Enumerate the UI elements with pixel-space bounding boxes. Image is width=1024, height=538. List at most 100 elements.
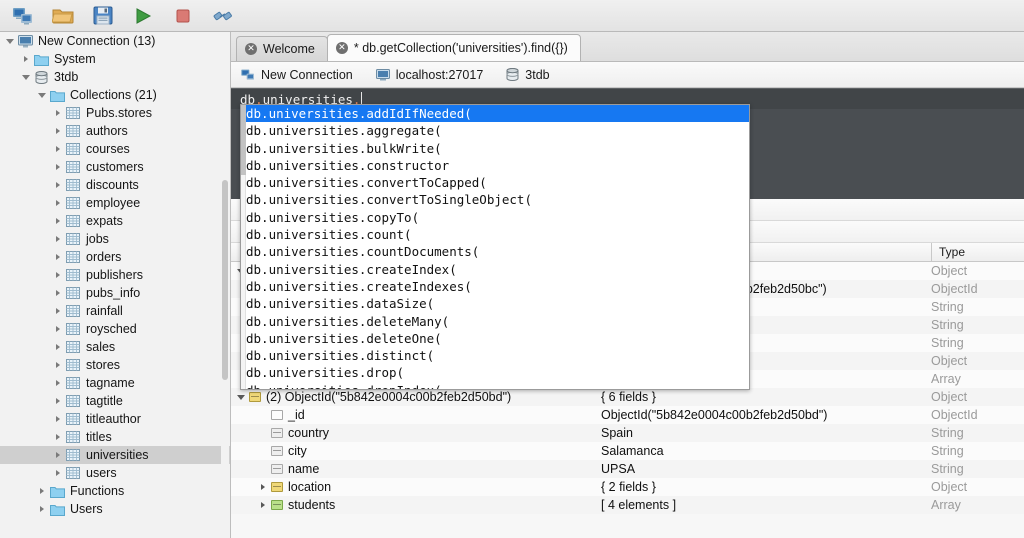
autocomplete-item[interactable]: db.universities.distinct(	[241, 347, 749, 364]
autocomplete-item[interactable]: db.universities.convertToSingleObject(	[241, 191, 749, 208]
chevron-right-icon[interactable]	[52, 302, 64, 320]
autocomplete-item[interactable]: db.universities.dropIndex(	[241, 382, 749, 390]
execute-button[interactable]	[130, 4, 156, 28]
sidebar-item-orders[interactable]: orders	[0, 248, 230, 266]
connect-button[interactable]	[10, 4, 36, 28]
table-row[interactable]: _idObjectId("5b842e0004c00b2feb2d50bd")O…	[231, 406, 1024, 424]
chevron-right-icon[interactable]	[52, 266, 64, 284]
chevron-right-icon[interactable]	[52, 374, 64, 392]
autocomplete-item[interactable]: db.universities.addIdIfNeeded(	[241, 105, 749, 122]
chevron-right-icon[interactable]	[52, 158, 64, 176]
conn-context-connection[interactable]: New Connection	[241, 68, 353, 82]
chevron-right-icon[interactable]	[52, 464, 64, 482]
sidebar-item-titles[interactable]: titles	[0, 428, 230, 446]
chevron-right-icon[interactable]	[36, 482, 48, 500]
autocomplete-popup[interactable]: db.universities.addIdIfNeeded(db.univers…	[240, 104, 750, 390]
chevron-down-icon[interactable]	[20, 68, 32, 86]
tab-query[interactable]: ✕* db.getCollection('universities').find…	[327, 34, 581, 61]
chevron-down-icon[interactable]	[36, 86, 48, 104]
sidebar-item-users[interactable]: users	[0, 464, 230, 482]
cell-value[interactable]: Spain	[601, 426, 931, 440]
table-row[interactable]: countrySpainString	[231, 424, 1024, 442]
conn-context-database[interactable]: 3tdb	[506, 68, 549, 82]
autocomplete-item[interactable]: db.universities.aggregate(	[241, 122, 749, 139]
chevron-right-icon[interactable]	[52, 140, 64, 158]
chevron-right-icon[interactable]	[52, 284, 64, 302]
autocomplete-item[interactable]: db.universities.bulkWrite(	[241, 140, 749, 157]
explain-button[interactable]	[210, 4, 236, 28]
table-row[interactable]: location{ 2 fields }Object	[231, 478, 1024, 496]
chevron-right-icon[interactable]	[52, 230, 64, 248]
sidebar-scrollbar-thumb[interactable]	[222, 180, 228, 380]
sidebar-item-system[interactable]: System	[0, 50, 230, 68]
save-button[interactable]	[90, 4, 116, 28]
tab-welcome[interactable]: ✕Welcome	[236, 36, 328, 61]
no-chevron-icon[interactable]	[257, 424, 269, 442]
chevron-right-icon[interactable]	[20, 50, 32, 68]
cell-key[interactable]: (2) ObjectId("5b842e0004c00b2feb2d50bd")	[231, 388, 601, 406]
sidebar-item-3tdb[interactable]: 3tdb	[0, 68, 230, 86]
autocomplete-scrollbar-thumb[interactable]	[241, 105, 246, 175]
close-icon[interactable]: ✕	[245, 43, 257, 55]
sidebar-item-rainfall[interactable]: rainfall	[0, 302, 230, 320]
no-chevron-icon[interactable]	[257, 442, 269, 460]
chevron-right-icon[interactable]	[52, 410, 64, 428]
table-row[interactable]: (2) ObjectId("5b842e0004c00b2feb2d50bd")…	[231, 388, 1024, 406]
cell-key[interactable]: city	[231, 442, 601, 460]
table-row[interactable]: citySalamancaString	[231, 442, 1024, 460]
table-row[interactable]: students[ 4 elements ]Array	[231, 496, 1024, 514]
sidebar-item-courses[interactable]: courses	[0, 140, 230, 158]
sidebar-item-discounts[interactable]: discounts	[0, 176, 230, 194]
sidebar-item-pubs-stores[interactable]: Pubs.stores	[0, 104, 230, 122]
autocomplete-item[interactable]: db.universities.constructor	[241, 157, 749, 174]
autocomplete-item[interactable]: db.universities.convertToCapped(	[241, 174, 749, 191]
autocomplete-scrollbar[interactable]	[241, 105, 246, 389]
autocomplete-item[interactable]: db.universities.drop(	[241, 364, 749, 381]
cell-key[interactable]: students	[231, 496, 601, 514]
autocomplete-item[interactable]: db.universities.createIndexes(	[241, 278, 749, 295]
sidebar-scrollbar[interactable]	[221, 34, 229, 536]
sidebar-item-publishers[interactable]: publishers	[0, 266, 230, 284]
sidebar-item-jobs[interactable]: jobs	[0, 230, 230, 248]
chevron-down-icon[interactable]	[4, 32, 16, 50]
autocomplete-item[interactable]: db.universities.createIndex(	[241, 261, 749, 278]
cell-value[interactable]: ObjectId("5b842e0004c00b2feb2d50bd")	[601, 408, 931, 422]
autocomplete-item[interactable]: db.universities.deleteMany(	[241, 313, 749, 330]
autocomplete-item[interactable]: db.universities.dataSize(	[241, 295, 749, 312]
no-chevron-icon[interactable]	[257, 460, 269, 478]
open-file-button[interactable]	[50, 4, 76, 28]
cell-key[interactable]: _id	[231, 406, 601, 424]
cell-value[interactable]: { 2 fields }	[601, 480, 931, 494]
stop-button[interactable]	[170, 4, 196, 28]
chevron-right-icon[interactable]	[52, 446, 64, 464]
chevron-down-icon[interactable]	[235, 388, 247, 406]
autocomplete-item[interactable]: db.universities.deleteOne(	[241, 330, 749, 347]
cell-key[interactable]: location	[231, 478, 601, 496]
connection-tree-sidebar[interactable]: New Connection (13)System3tdbCollections…	[0, 32, 230, 538]
connection-tree[interactable]: New Connection (13)System3tdbCollections…	[0, 32, 230, 518]
sidebar-item-collections-21[interactable]: Collections (21)	[0, 86, 230, 104]
column-header-type[interactable]: Type	[931, 243, 1024, 261]
sidebar-item-titleauthor[interactable]: titleauthor	[0, 410, 230, 428]
autocomplete-item[interactable]: db.universities.countDocuments(	[241, 243, 749, 260]
chevron-right-icon[interactable]	[52, 338, 64, 356]
cell-value[interactable]: [ 4 elements ]	[601, 498, 931, 512]
chevron-right-icon[interactable]	[52, 428, 64, 446]
chevron-right-icon[interactable]	[36, 500, 48, 518]
sidebar-item-customers[interactable]: customers	[0, 158, 230, 176]
cell-key[interactable]: country	[231, 424, 601, 442]
sidebar-item-users[interactable]: Users	[0, 500, 230, 518]
chevron-right-icon[interactable]	[52, 194, 64, 212]
chevron-right-icon[interactable]	[52, 104, 64, 122]
cell-value[interactable]: { 6 fields }	[601, 390, 931, 404]
chevron-right-icon[interactable]	[257, 478, 269, 496]
chevron-right-icon[interactable]	[52, 320, 64, 338]
chevron-right-icon[interactable]	[52, 356, 64, 374]
cell-key[interactable]: name	[231, 460, 601, 478]
cell-value[interactable]: UPSA	[601, 462, 931, 476]
chevron-right-icon[interactable]	[52, 392, 64, 410]
close-icon[interactable]: ✕	[336, 42, 348, 54]
sidebar-item-functions[interactable]: Functions	[0, 482, 230, 500]
chevron-right-icon[interactable]	[52, 176, 64, 194]
no-chevron-icon[interactable]	[257, 406, 269, 424]
